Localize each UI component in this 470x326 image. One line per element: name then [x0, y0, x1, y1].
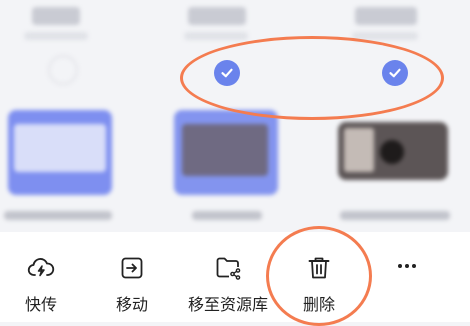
folder-thumbnail[interactable]: [174, 110, 278, 195]
unselected-circle[interactable]: [48, 55, 78, 85]
quick-transfer-label: 快传: [24, 295, 57, 314]
folder-thumbnail[interactable]: [8, 110, 112, 195]
more-button[interactable]: [352, 258, 462, 286]
selected-check-icon[interactable]: [214, 60, 240, 86]
more-icon: [398, 264, 416, 268]
move-label: 移动: [115, 295, 148, 314]
folder-share-icon: [216, 257, 241, 280]
move-icon: [121, 257, 143, 279]
delete-label: 删除: [302, 295, 335, 314]
selected-check-icon[interactable]: [382, 60, 408, 86]
column-sub-1: [24, 32, 88, 40]
file-caption: [340, 211, 450, 220]
column-header-1: [32, 7, 80, 25]
column-header-3: [355, 7, 417, 25]
cloud-upload-icon: [27, 258, 55, 277]
move-button[interactable]: 移动: [77, 254, 187, 315]
column-sub-3: [352, 32, 418, 40]
file-caption: [4, 211, 112, 220]
trash-icon: [308, 257, 330, 279]
file-caption: [192, 211, 262, 220]
bottom-action-bar: 快传 移动 移至资源库 删除: [0, 232, 470, 322]
video-thumbnail[interactable]: [338, 122, 448, 180]
column-sub-2: [184, 32, 248, 40]
column-header-2: [188, 7, 246, 25]
move-to-library-label: 移至资源库: [187, 295, 268, 314]
